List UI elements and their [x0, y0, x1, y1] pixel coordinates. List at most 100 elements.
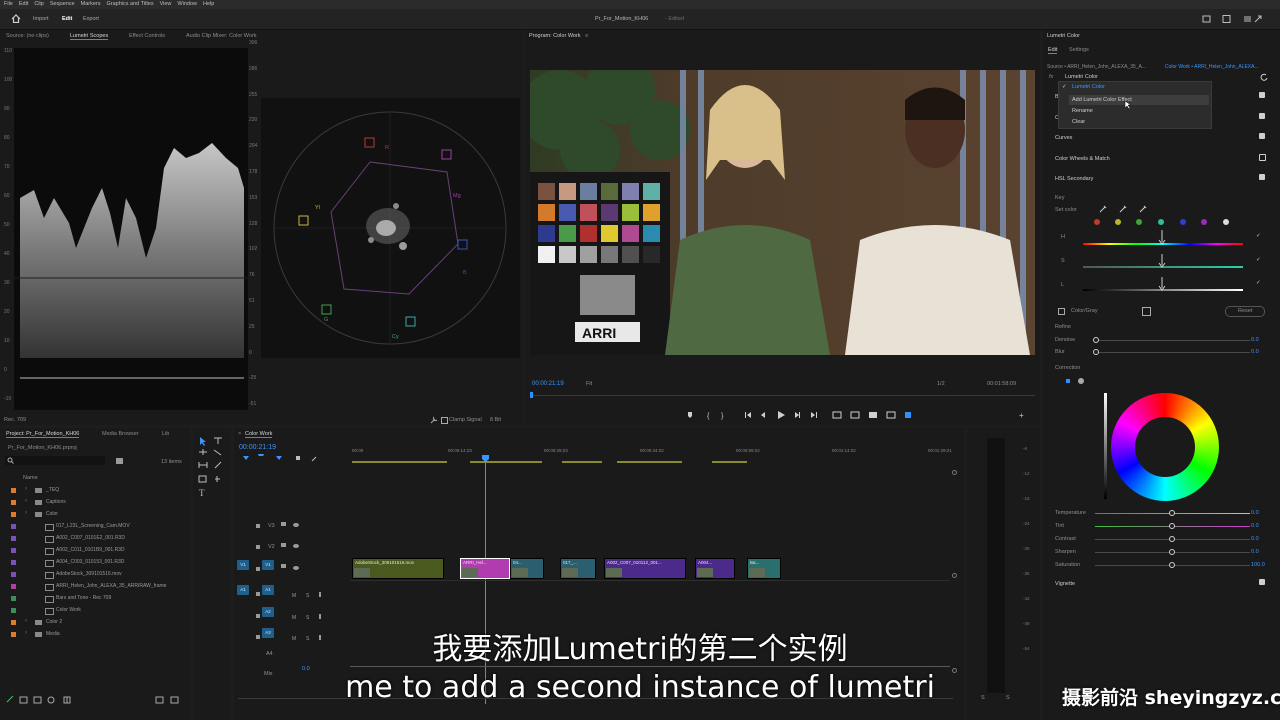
invert-mask-icon[interactable]: [1142, 307, 1151, 316]
tint-slider[interactable]: [1095, 523, 1250, 529]
timeline-ruler[interactable]: 00:00 00:00:14:23 00:00:29:23 00:00:44:22 00…: [352, 448, 952, 458]
reset-effect-icon[interactable]: [1260, 73, 1268, 81]
slider-knob[interactable]: [1169, 549, 1175, 555]
list-item[interactable]: Color Work: [0, 606, 190, 617]
list-item[interactable]: Bars and Tone - Rec 709: [0, 594, 190, 605]
color-swatches[interactable]: [1093, 218, 1233, 226]
timeline-clip[interactable]: Ba...: [747, 558, 781, 579]
tab-media-browser[interactable]: Media Browser: [102, 431, 139, 437]
timeline-tool-icons[interactable]: [242, 454, 322, 462]
export-tab[interactable]: Export: [83, 16, 99, 22]
s-check-icon[interactable]: ✓: [1256, 257, 1261, 263]
list-item[interactable]: ARRI_Helen_John_ALEXA_35_ARRIRAW_frame: [0, 582, 190, 593]
sharpen-value[interactable]: 0.0: [1251, 549, 1259, 555]
timeline-clip[interactable]: 04...: [510, 558, 544, 579]
program-timecode[interactable]: 00:00:21:19: [532, 381, 564, 387]
tab-program[interactable]: Program: Color Work: [529, 33, 581, 39]
source-patch-a1[interactable]: A1: [237, 585, 249, 595]
section-basic-correction[interactable]: Basic Correction: [1055, 94, 1058, 100]
contrast-value[interactable]: 0.0: [1251, 536, 1259, 542]
list-item[interactable]: › Color: [0, 510, 190, 521]
denoise-slider[interactable]: [1093, 337, 1250, 343]
list-item[interactable]: › Captions: [0, 498, 190, 509]
section-vignette[interactable]: Vignette: [1055, 581, 1075, 587]
menu-item[interactable]: Clip: [34, 1, 43, 7]
saturation-slider[interactable]: [1095, 562, 1250, 568]
subtab-settings[interactable]: Settings: [1069, 47, 1089, 53]
list-item[interactable]: › _TEQ: [0, 486, 190, 497]
tab-project[interactable]: Project: Pr_For_Motion_KH06: [6, 431, 80, 438]
playhead-handle[interactable]: [482, 455, 489, 462]
list-item[interactable]: A002_C011_0101B9_001.R3D: [0, 546, 190, 557]
close-tab-icon[interactable]: ×: [238, 431, 241, 437]
menu-item-lumetri-color[interactable]: Lumetri Color: [1072, 84, 1105, 90]
tab-sequence[interactable]: Color Work: [245, 431, 273, 438]
menu-item[interactable]: Window: [177, 1, 197, 7]
saturation-value[interactable]: 100.0: [1251, 562, 1265, 568]
h-check-icon[interactable]: ✓: [1256, 233, 1261, 239]
denoise-value[interactable]: 0.0: [1251, 337, 1259, 343]
tab-source[interactable]: Source: (no clips): [6, 33, 49, 39]
menu-item-rename[interactable]: Rename: [1072, 108, 1093, 114]
tab-libraries[interactable]: Lib: [162, 431, 169, 437]
chevron-right-icon[interactable]: ›: [25, 510, 27, 516]
panel-menu-icon[interactable]: ≡: [585, 33, 588, 39]
tab-audio-clip-mixer[interactable]: Audio Clip Mixer: Color Work: [186, 33, 257, 39]
import-tab[interactable]: Import: [33, 16, 49, 22]
slider-knob[interactable]: [1169, 536, 1175, 542]
v-scroll-handle[interactable]: [952, 573, 957, 578]
temperature-slider[interactable]: [1095, 510, 1250, 516]
resolution-select[interactable]: 1/2: [937, 381, 945, 387]
tab-lumetri-color[interactable]: Lumetri Color: [1047, 33, 1080, 39]
basic-correction-checkbox[interactable]: [1259, 92, 1265, 98]
menu-item[interactable]: Help: [203, 1, 214, 7]
wheel-luma-slider[interactable]: [1104, 393, 1107, 499]
eyedropper-icons[interactable]: [1098, 204, 1148, 214]
section-hsl-secondary[interactable]: HSL Secondary: [1055, 176, 1093, 182]
list-item[interactable]: AdobeStock_309101516.mov: [0, 570, 190, 581]
menu-item[interactable]: Graphics and Titles: [107, 1, 154, 7]
clamp-signal-checkbox[interactable]: [441, 417, 448, 424]
menu-item[interactable]: Markers: [81, 1, 101, 7]
color-gray-checkbox[interactable]: [1058, 308, 1065, 315]
name-column-header[interactable]: Name: [23, 475, 38, 481]
wrench-icon[interactable]: [430, 416, 438, 424]
menu-item-add-lumetri[interactable]: Add Lumetri Color Effect: [1072, 97, 1132, 103]
timeline-clip[interactable]: A004...: [695, 558, 735, 579]
tint-value[interactable]: 0.0: [1251, 523, 1259, 529]
temperature-value[interactable]: 0.0: [1251, 510, 1259, 516]
vignette-checkbox[interactable]: [1259, 579, 1265, 585]
tool-icons[interactable]: T: [197, 436, 227, 498]
workspace-icons[interactable]: [1202, 14, 1262, 24]
reset-button[interactable]: Reset: [1225, 306, 1265, 317]
program-scrub-bar[interactable]: [530, 395, 1035, 396]
chevron-right-icon[interactable]: ›: [25, 498, 27, 504]
blur-value[interactable]: 0.0: [1251, 349, 1259, 355]
menu-item[interactable]: Edit: [19, 1, 28, 7]
timeline-clip[interactable]: ARRI_Hel...: [460, 558, 510, 579]
correction-color-wheel[interactable]: [1111, 393, 1219, 501]
slider-knob[interactable]: [1169, 510, 1175, 516]
subtab-edit[interactable]: Edit: [1048, 47, 1058, 54]
bit-depth-select[interactable]: 8 Bit: [490, 417, 501, 423]
source-patch-v1[interactable]: V1: [237, 560, 249, 570]
menu-item[interactable]: View: [160, 1, 172, 7]
timeline-timecode[interactable]: 00:00:21:19: [239, 444, 276, 451]
slider-knob[interactable]: [1169, 523, 1175, 529]
edit-tab[interactable]: Edit: [62, 16, 72, 22]
color-wheels-checkbox[interactable]: [1259, 154, 1266, 161]
program-playhead[interactable]: [530, 392, 533, 398]
transport-controls[interactable]: {} +: [685, 410, 1025, 420]
new-bin-icon[interactable]: [116, 458, 124, 464]
contrast-slider[interactable]: [1095, 536, 1250, 542]
timeline-clip[interactable]: A002_C007_010112_001...: [604, 558, 686, 579]
menu-item[interactable]: File: [4, 1, 13, 7]
home-icon[interactable]: [11, 14, 21, 23]
chevron-right-icon[interactable]: ›: [25, 486, 27, 492]
hsl-secondary-checkbox[interactable]: [1259, 174, 1265, 180]
tab-effect-controls[interactable]: Effect Controls: [129, 33, 165, 39]
curves-checkbox[interactable]: [1259, 133, 1265, 139]
hsl-slider-handles[interactable]: [1157, 228, 1167, 294]
menu-item[interactable]: Sequence: [50, 1, 75, 7]
fit-select[interactable]: Fit: [586, 381, 592, 387]
